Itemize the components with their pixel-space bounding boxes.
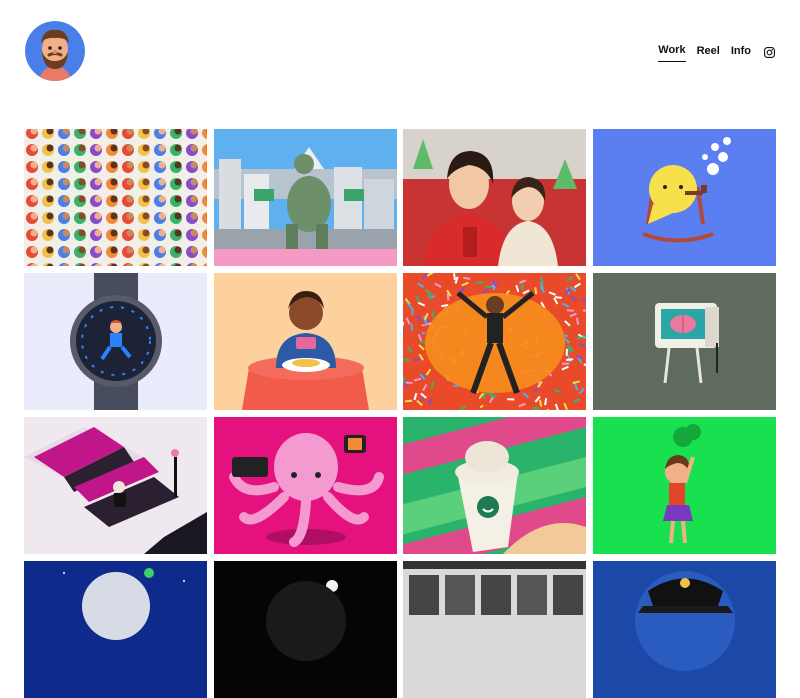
project-tile-moon-night-sky[interactable] bbox=[24, 561, 207, 698]
logo-avatar[interactable] bbox=[25, 21, 85, 81]
project-tile-smartwatch-runner[interactable] bbox=[24, 273, 207, 410]
project-tile-pink-octopus-phones[interactable] bbox=[214, 417, 397, 554]
site-header: Work Reel Info bbox=[0, 0, 800, 110]
project-tile-mother-child-holiday-photo[interactable] bbox=[403, 129, 586, 266]
main-nav: Work Reel Info bbox=[647, 43, 775, 62]
project-tile-gallery-wall[interactable] bbox=[403, 561, 586, 698]
nav-work-link[interactable]: Work bbox=[658, 43, 685, 62]
project-tile-snow-angel-confetti[interactable] bbox=[403, 273, 586, 410]
project-tile-girl-green-background[interactable] bbox=[593, 417, 776, 554]
nav-info-link[interactable]: Info bbox=[731, 44, 751, 62]
project-tile-city-giant-walking[interactable] bbox=[214, 129, 397, 266]
instagram-icon[interactable] bbox=[764, 45, 775, 56]
project-tile-captain-hat-blue[interactable] bbox=[593, 561, 776, 698]
bearded-man-avatar-icon bbox=[25, 21, 85, 81]
nav-reel-link[interactable]: Reel bbox=[697, 44, 720, 62]
project-tile-dark-moon[interactable] bbox=[214, 561, 397, 698]
project-tile-retro-computer-brain[interactable] bbox=[593, 273, 776, 410]
project-tile-yellow-blob-rocking-chair[interactable] bbox=[593, 129, 776, 266]
project-tile-vampire-coffins[interactable] bbox=[24, 417, 207, 554]
project-tile-girl-eating-table[interactable] bbox=[214, 273, 397, 410]
project-tile-drink-cup-smile[interactable] bbox=[403, 417, 586, 554]
project-tile-crowd-of-characters[interactable] bbox=[24, 129, 207, 266]
